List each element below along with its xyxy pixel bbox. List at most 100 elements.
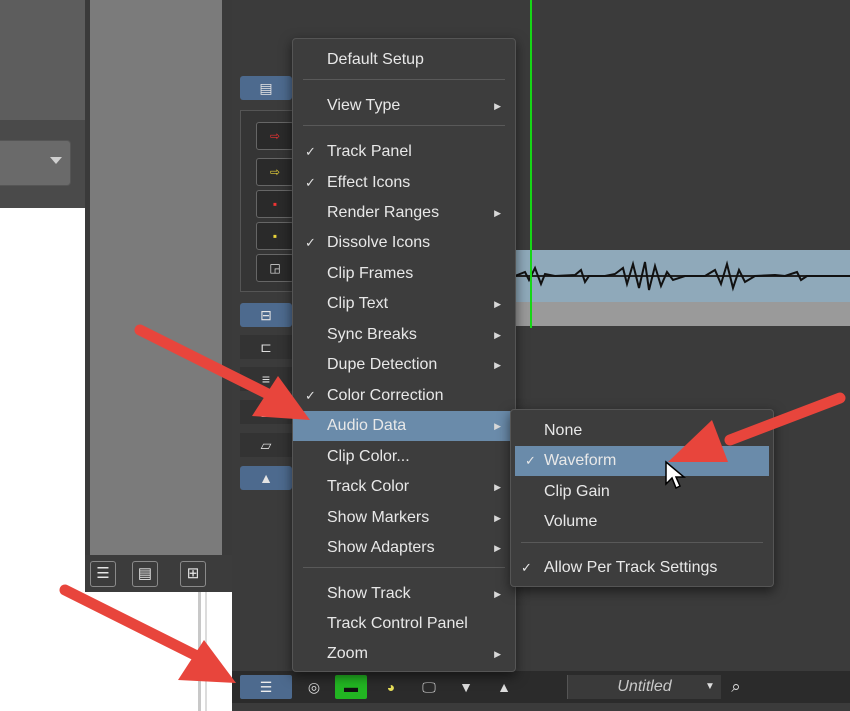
menu-item-track-control-panel[interactable]: Track Control Panel: [293, 609, 515, 639]
menu-item-zoom[interactable]: Zoom ▶: [293, 639, 515, 669]
checkmark-icon: ✓: [305, 388, 316, 403]
menu-item-label: Clip Color...: [327, 448, 410, 465]
submenu-arrow-icon: ▶: [494, 330, 501, 340]
chevron-down-icon[interactable]: [50, 157, 62, 164]
color-icon[interactable]: ◕: [375, 675, 407, 699]
waveform-graphic: [514, 260, 850, 292]
menu-item-label: Dissolve Icons: [327, 234, 431, 251]
checkmark-icon: ✓: [305, 235, 316, 250]
menu-item-label: Clip Text: [327, 295, 389, 312]
frame-view-icon[interactable]: ☰: [90, 561, 116, 587]
menu-item-effect-icons[interactable]: ✓ Effect Icons: [293, 168, 515, 198]
stack-icon[interactable]: ≣: [240, 400, 292, 424]
menu-item-label: Clip Frames: [327, 265, 414, 282]
menu-item-audio-data[interactable]: Audio Data ▶: [293, 411, 515, 441]
menu-item-dupe-detection[interactable]: Dupe Detection ▶: [293, 350, 515, 380]
menu-item-track-color[interactable]: Track Color ▶: [293, 472, 515, 502]
menu-item-default-setup[interactable]: Default Setup: [293, 45, 515, 75]
submenu-item-label: Volume: [544, 513, 598, 530]
submenu-item-waveform[interactable]: ✓ Waveform: [515, 446, 769, 476]
divider: [205, 592, 207, 711]
sequence-name[interactable]: Untitled: [567, 675, 721, 699]
menu-item-label: Track Panel: [327, 143, 412, 160]
monitor-icon[interactable]: 🖵: [415, 675, 443, 699]
submenu-item-volume[interactable]: Volume: [511, 507, 773, 537]
checkmark-icon: ✓: [521, 560, 532, 575]
lower-blank-area: [85, 592, 232, 711]
menu-item-label: Show Adapters: [327, 539, 435, 556]
green-monitor-icon[interactable]: ▬: [335, 675, 367, 699]
menu-item-label: Color Correction: [327, 387, 444, 404]
submenu-item-none[interactable]: None: [511, 416, 773, 446]
playhead[interactable]: [530, 0, 532, 328]
menu-item-label: Zoom: [327, 645, 368, 662]
submenu-item-label: Clip Gain: [544, 483, 610, 500]
dropdown-arrow-icon[interactable]: ▼: [700, 675, 720, 699]
menu-item-label: Show Track: [327, 585, 411, 602]
menu-separator: [303, 79, 505, 80]
submenu-item-label: Waveform: [544, 452, 617, 469]
graph-icon[interactable]: ◲: [256, 254, 294, 282]
menu-item-label: Default Setup: [327, 51, 424, 68]
checkmark-icon: ✓: [525, 453, 536, 468]
menu-item-dissolve-icons[interactable]: ✓ Dissolve Icons: [293, 228, 515, 258]
submenu-arrow-icon: ▶: [494, 421, 501, 431]
menu-item-track-panel[interactable]: ✓ Track Panel: [293, 137, 515, 167]
menu-separator: [521, 542, 763, 543]
checkmark-icon: ✓: [305, 175, 316, 190]
bin-column: [90, 0, 222, 555]
menu-item-label: Audio Data: [327, 417, 407, 434]
menu-item-color-correction[interactable]: ✓ Color Correction: [293, 381, 515, 411]
submenu-arrow-icon: ▶: [494, 649, 501, 659]
mouse-pointer-icon: [665, 460, 686, 490]
menu-item-label: Effect Icons: [327, 174, 411, 191]
submenu-item-clip-gain[interactable]: Clip Gain: [511, 477, 773, 507]
grid-view-icon[interactable]: ⊞: [180, 561, 206, 587]
menu-item-clip-text[interactable]: Clip Text ▶: [293, 289, 515, 319]
bracket-icon[interactable]: ⊏: [240, 335, 292, 359]
menu-item-clip-color[interactable]: Clip Color...: [293, 442, 515, 472]
submenu-arrow-icon: ▶: [494, 299, 501, 309]
submenu-arrow-icon: ▶: [494, 543, 501, 553]
step-down-icon[interactable]: ▼: [452, 675, 480, 699]
list-panel-icon[interactable]: ▤: [240, 76, 292, 100]
menu-item-clip-frames[interactable]: Clip Frames: [293, 259, 515, 289]
audio-data-submenu: None ✓ Waveform Clip Gain Volume ✓ Allow Per T…: [510, 409, 774, 587]
submenu-item-label: Allow Per Track Settings: [544, 559, 718, 576]
checkmark-icon: ✓: [305, 144, 316, 159]
list-view-icon[interactable]: ▤: [132, 561, 158, 587]
menu-item-label: Track Color: [327, 478, 410, 495]
menu-item-label: Sync Breaks: [327, 326, 417, 343]
menu-item-label: Track Control Panel: [327, 615, 468, 632]
search-icon[interactable]: ⌕: [724, 675, 748, 699]
parallelogram-icon[interactable]: ▱: [240, 433, 292, 457]
yellow-arrow-icon[interactable]: ⇨: [256, 158, 294, 186]
submenu-arrow-icon: ▶: [494, 208, 501, 218]
split-icon[interactable]: ⊟: [240, 303, 292, 327]
menu-item-show-adapters[interactable]: Show Adapters ▶: [293, 533, 515, 563]
divider: [198, 592, 201, 711]
step-up-icon[interactable]: ▲: [490, 675, 518, 699]
submenu-arrow-icon: ▶: [494, 482, 501, 492]
submenu-arrow-icon: ▶: [494, 513, 501, 523]
menu-item-label: Render Ranges: [327, 204, 440, 221]
submenu-item-allow-per-track-settings[interactable]: ✓ Allow Per Track Settings: [511, 553, 773, 583]
timeline-menu-icon[interactable]: ☰: [240, 675, 292, 699]
menu-item-label: Show Markers: [327, 509, 430, 526]
clip-track-bar: [515, 302, 850, 326]
red-record-icon[interactable]: ▪: [256, 190, 294, 218]
menu-item-show-track[interactable]: Show Track ▶: [293, 579, 515, 609]
triangle-up-icon[interactable]: ▲: [240, 466, 292, 490]
menu-item-sync-breaks[interactable]: Sync Breaks ▶: [293, 320, 515, 350]
submenu-item-label: None: [544, 422, 583, 439]
red-arrow-icon[interactable]: ⇨: [256, 122, 294, 150]
menu-item-render-ranges[interactable]: Render Ranges ▶: [293, 198, 515, 228]
audio-clip[interactable]: [514, 250, 850, 302]
timeline-fast-menu: Default Setup View Type ▶ ✓ Track Panel ✓ Effe…: [292, 38, 516, 672]
yellow-record-icon[interactable]: ▪: [256, 222, 294, 250]
sliders-icon[interactable]: ≡: [240, 367, 292, 391]
menu-separator: [303, 125, 505, 126]
menu-item-show-markers[interactable]: Show Markers ▶: [293, 503, 515, 533]
target-icon[interactable]: ◎: [302, 675, 326, 699]
menu-item-view-type[interactable]: View Type ▶: [293, 91, 515, 121]
